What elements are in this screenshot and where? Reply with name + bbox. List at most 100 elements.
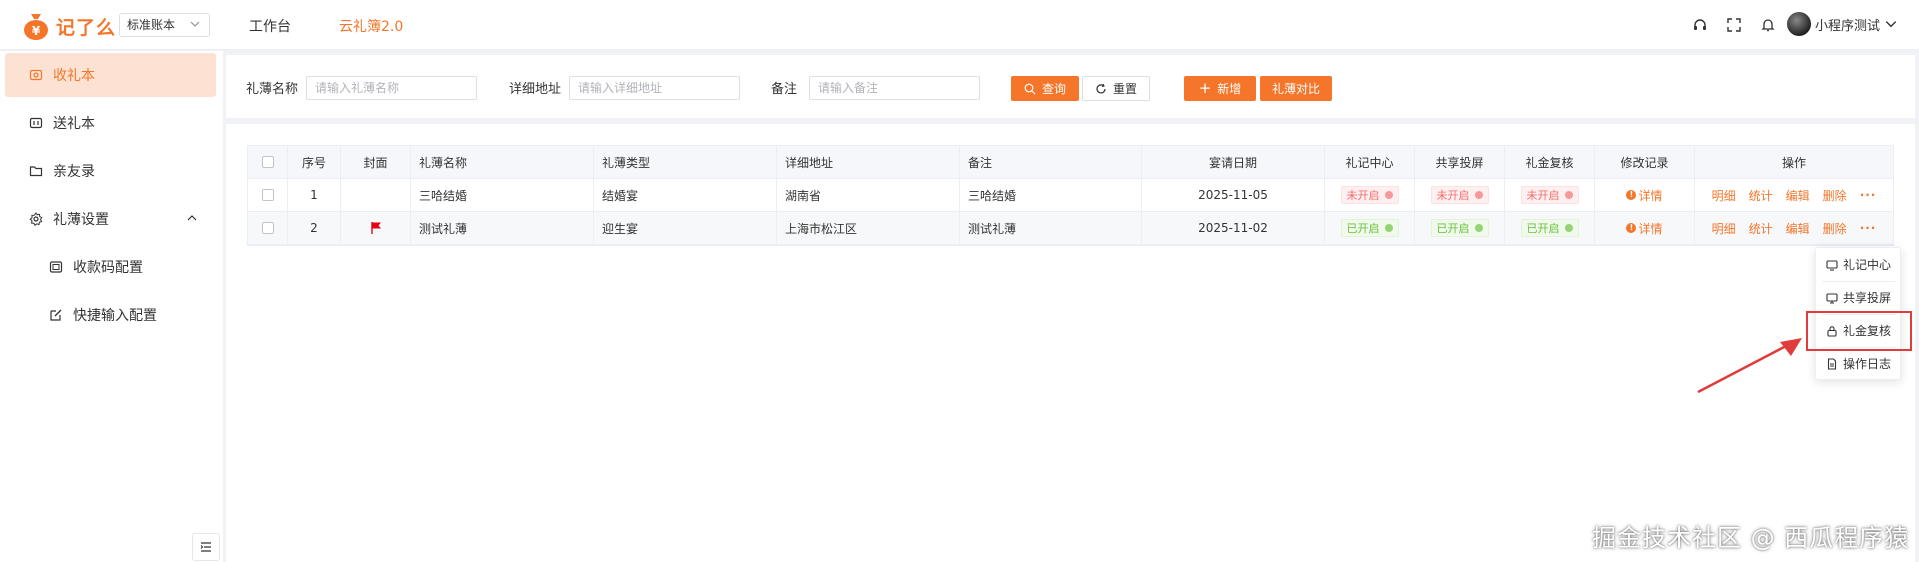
more-icon[interactable]: ··· [1860,188,1877,202]
status-dot [1564,224,1573,232]
fullscreen-icon[interactable] [1726,17,1742,33]
chevron-down-icon [190,21,200,27]
select-all-checkbox[interactable] [261,156,274,168]
address-label: 详细地址 [509,82,562,97]
cell-address: 湖南省 [777,179,960,211]
logo-text: 记了么 [56,16,117,39]
dropdown-label: 礼记中心 [1843,258,1892,272]
compare-button-label: 礼薄对比 [1271,82,1320,96]
status-text: 未开启 [1526,189,1560,202]
status-dot [1384,191,1393,199]
red-flag-icon [370,222,381,234]
account-book-value: 标准账本 [127,18,176,32]
action-stats[interactable]: 统计 [1749,187,1773,204]
detail-link[interactable]: ! 详情 [1626,220,1663,237]
account-book-select[interactable]: 标准账本 [119,13,210,37]
dropdown-item-gift-center[interactable]: 礼记中心 [1816,248,1902,281]
cell-cover [341,212,411,244]
nav-cloud-book[interactable]: 云礼簿2.0 [339,16,403,36]
cell-cover [341,179,411,211]
plus-icon: + [1198,79,1212,97]
status-text: 未开启 [1346,189,1380,202]
detail-text: 详情 [1638,188,1663,203]
info-icon: ! [1626,190,1637,200]
user-menu[interactable]: 小程序测试 [1787,12,1898,36]
chevron-down-icon [1885,21,1897,28]
more-icon[interactable]: ··· [1860,221,1877,235]
col-record: 修改记录 [1595,146,1695,178]
status-badge[interactable]: 未开启 [1520,186,1579,204]
cell-center: 未开启 [1325,179,1415,211]
sidebar-item-contacts[interactable]: 亲友录 [5,149,216,193]
row-select-cell [248,212,288,244]
add-button[interactable]: + 新增 [1184,76,1256,101]
dropdown-item-operation-log[interactable]: 操作日志 [1816,347,1902,380]
remark-input[interactable]: 请输入备注 [809,76,980,100]
sidebar-item-quick-input-config[interactable]: 快捷输入配置 [5,293,216,337]
row-checkbox[interactable] [261,189,274,201]
sidebar-item-receive-book[interactable]: 收礼本 [5,53,216,97]
table-header-row: 序号 封面 礼薄名称 礼薄类型 详细地址 备注 宴请日期 礼记中心 共享投屏 礼… [248,146,1893,179]
action-stats[interactable]: 统计 [1749,220,1773,237]
add-button-label: 新增 [1217,82,1242,96]
avatar [1787,12,1811,36]
row-checkbox[interactable] [261,222,274,234]
status-badge[interactable]: 已开启 [1430,219,1489,237]
detail-text: 详情 [1638,221,1663,236]
search-button[interactable]: 查询 [1011,76,1079,101]
status-dot [1564,191,1573,199]
cell-name: 三哈结婚 [411,179,594,211]
dropdown-item-share-screen[interactable]: 共享投屏 [1816,281,1902,314]
action-delete[interactable]: 删除 [1823,220,1847,237]
sidebar-item-book-settings[interactable]: 礼薄设置 [5,197,216,241]
action-detail[interactable]: 明细 [1712,187,1736,204]
compare-book-button[interactable]: 礼薄对比 [1260,76,1332,101]
col-address: 详细地址 [777,146,960,178]
col-name: 礼薄名称 [411,146,594,178]
book-name-input[interactable]: 请输入礼薄名称 [306,76,477,100]
money-bag-icon: ¥ [24,14,48,40]
sidebar-collapse-button[interactable] [192,533,220,561]
sidebar-item-label: 收礼本 [53,68,95,84]
document-icon [1827,357,1837,370]
col-index: 序号 [288,146,341,178]
refresh-icon [1096,83,1106,93]
bell-icon[interactable] [1760,17,1776,33]
gift-book-icon [29,69,43,81]
status-badge[interactable]: 未开启 [1430,186,1489,204]
cell-record: ! 详情 [1595,212,1695,244]
address-input[interactable]: 请输入详细地址 [569,76,740,100]
sidebar-item-send-book[interactable]: 送礼本 [5,101,216,145]
select-all-cell [248,146,288,178]
search-icon [1024,83,1036,94]
app-logo[interactable]: ¥ 记了么 [22,11,116,41]
status-badge[interactable]: 已开启 [1520,219,1579,237]
cell-center: 已开启 [1325,212,1415,244]
status-badge[interactable]: 已开启 [1340,219,1399,237]
monitor-icon [1826,259,1838,271]
action-edit[interactable]: 编辑 [1786,187,1810,204]
action-edit[interactable]: 编辑 [1786,220,1810,237]
cell-actions: 明细 统计 编辑 删除 ··· [1695,179,1893,211]
action-detail[interactable]: 明细 [1712,220,1736,237]
cell-actions: 明细 统计 编辑 删除 ··· [1695,212,1893,244]
sidebar-item-label: 收款码配置 [73,260,143,276]
action-delete[interactable]: 删除 [1823,187,1847,204]
nav-workbench[interactable]: 工作台 [249,16,291,36]
cell-date: 2025-11-02 [1142,212,1325,244]
menu-fold-icon [200,542,211,552]
headset-icon[interactable] [1692,17,1708,33]
reset-button-label: 重置 [1112,82,1137,96]
cell-review: 已开启 [1505,212,1595,244]
send-book-icon [29,117,43,129]
cell-date: 2025-11-05 [1142,179,1325,211]
sidebar-item-qrcode-config[interactable]: 收款码配置 [5,245,216,289]
col-actions: 操作 [1781,155,1806,170]
detail-link[interactable]: ! 详情 [1626,187,1663,204]
cell-name: 测试礼薄 [411,212,594,244]
reset-button[interactable]: 重置 [1082,76,1150,101]
qrcode-icon [49,261,63,273]
search-button-label: 查询 [1041,82,1066,96]
status-badge[interactable]: 未开启 [1340,186,1399,204]
table-row: 1 三哈结婚 结婚宴 湖南省 三哈结婚 2025-11-05 未开启 未开启 未… [248,179,1893,212]
